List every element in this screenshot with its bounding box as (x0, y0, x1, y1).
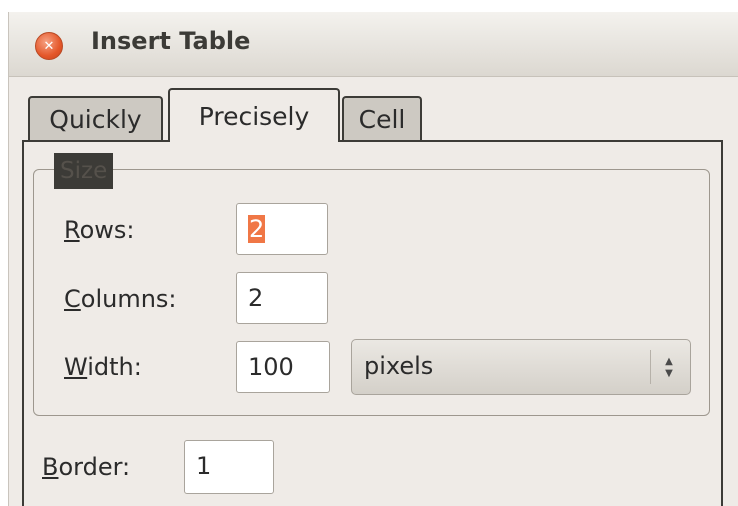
rows-label: Rows: (64, 216, 135, 244)
columns-input[interactable]: 2 (236, 272, 328, 324)
rows-input[interactable]: 2 (236, 203, 328, 255)
width-unit-select[interactable]: pixels ▲ ▼ (351, 339, 691, 395)
width-input[interactable]: 100 (236, 341, 330, 393)
close-icon: ✕ (43, 38, 55, 54)
tab-precisely[interactable]: Precisely (168, 88, 340, 142)
updown-arrows-icon: ▲ ▼ (665, 356, 673, 379)
combo-separator (650, 350, 651, 384)
window-title: Insert Table (91, 27, 251, 55)
title-bar: ✕ Insert Table (9, 12, 738, 77)
border-label: Border: (42, 453, 131, 481)
tab-precisely-label: Precisely (198, 101, 310, 131)
columns-label: Columns: (64, 285, 177, 313)
tab-cell-label: Cell (358, 104, 406, 134)
tab-quickly[interactable]: Quickly (28, 96, 163, 140)
rows-value-selected: 2 (248, 215, 266, 243)
tab-cell[interactable]: Cell (342, 96, 422, 140)
width-unit-value: pixels (364, 352, 434, 380)
size-group-title: Size (54, 153, 114, 189)
border-input[interactable]: 1 (184, 440, 274, 494)
tab-quickly-label: Quickly (49, 104, 142, 134)
width-label: Width: (64, 353, 142, 381)
close-button[interactable]: ✕ (35, 32, 63, 60)
